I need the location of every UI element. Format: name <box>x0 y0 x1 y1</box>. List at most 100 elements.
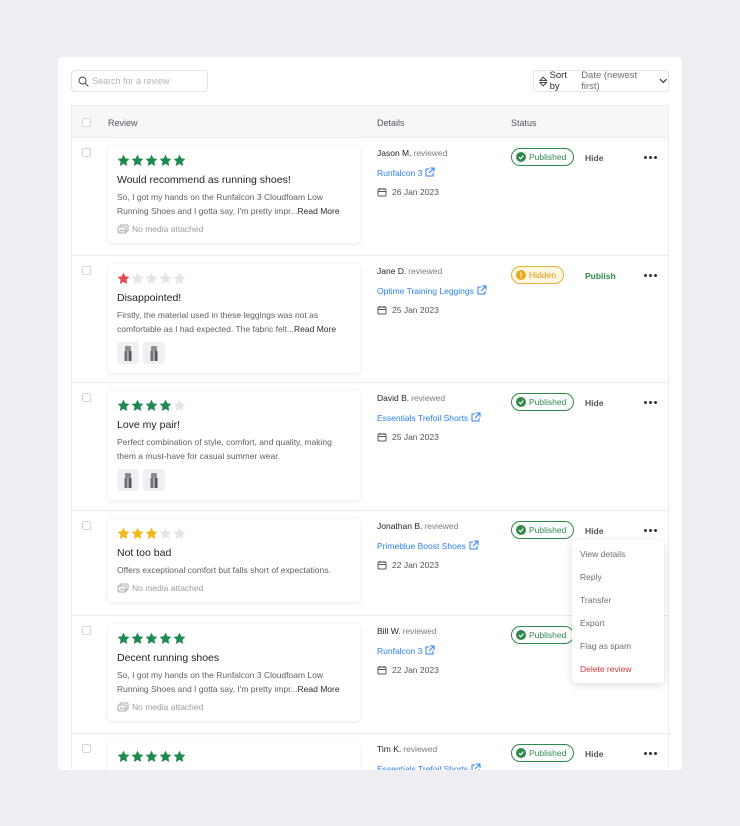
legging-photo-1[interactable] <box>117 342 139 364</box>
product-link[interactable]: Primeblue Boost Shoes <box>377 540 479 551</box>
search-box[interactable] <box>71 70 208 92</box>
review-date: 22 Jan 2023 <box>377 560 479 570</box>
external-link-icon <box>477 285 487 295</box>
row-checkbox[interactable] <box>82 521 91 530</box>
star-icon <box>145 154 158 166</box>
review-card: Not too bad Offers exceptional comfort bu… <box>108 519 360 602</box>
more-options-icon[interactable] <box>644 271 660 279</box>
status-badge: Hidden <box>511 266 564 284</box>
legging-photo-2[interactable] <box>143 342 165 364</box>
reviewed-label: reviewed <box>408 266 443 276</box>
product-photo-icon <box>124 345 132 361</box>
hide-button[interactable]: Hide <box>585 398 603 408</box>
star-icon <box>173 272 186 284</box>
product-photo-icon <box>150 472 158 488</box>
star-rating <box>117 750 351 765</box>
review-details: Jason M. reviewed Runfalcon 3 26 Jan 2023 <box>377 148 448 197</box>
more-options-icon[interactable] <box>644 749 660 757</box>
star-icon <box>159 632 172 644</box>
more-options-icon[interactable] <box>644 153 660 161</box>
publish-button[interactable]: Publish <box>585 271 616 281</box>
row-checkbox[interactable] <box>82 266 91 275</box>
header-details: Details <box>377 118 405 128</box>
row-checkbox[interactable] <box>82 393 91 402</box>
product-name: Optime Training Leggings <box>377 285 474 296</box>
hide-button[interactable]: Hide <box>585 526 603 536</box>
reviewer-line: Jonathan B. reviewed <box>377 521 479 531</box>
more-options-icon[interactable] <box>644 398 660 406</box>
row-checkbox[interactable] <box>82 148 91 157</box>
product-link[interactable]: Runfalcon 3 <box>377 645 439 656</box>
search-input[interactable] <box>92 76 202 86</box>
row-checkbox[interactable] <box>82 744 91 753</box>
check-icon <box>516 525 526 535</box>
review-title: Decent running shoes <box>117 652 220 664</box>
reviewer-name: Jane D. <box>377 266 407 276</box>
hide-button[interactable]: Hide <box>585 749 603 759</box>
external-link-icon <box>425 167 435 177</box>
star-icon <box>117 272 130 284</box>
reviewed-label: reviewed <box>403 744 438 754</box>
reviewed-label: reviewed <box>402 626 437 636</box>
menu-item-export[interactable]: Export <box>572 615 664 638</box>
star-icon <box>145 632 158 644</box>
check-mark <box>518 751 524 756</box>
menu-item-view-details[interactable]: View details <box>572 546 664 569</box>
product-name: Essentials Trefoil Shorts <box>377 412 469 423</box>
select-all-checkbox[interactable] <box>82 118 91 127</box>
chevron-down-icon <box>660 78 668 84</box>
date-text: 25 Jan 2023 <box>392 305 439 315</box>
star-icon <box>159 154 172 166</box>
table-header: Review Details Status <box>72 106 668 138</box>
media-icon <box>117 583 129 593</box>
media-icon <box>117 224 129 234</box>
read-more-link[interactable]: Read More <box>298 206 340 216</box>
star-rating <box>117 272 351 287</box>
star-icon <box>117 399 130 411</box>
product-link[interactable]: Essentials Trefoil Shorts <box>377 763 481 770</box>
sort-value: Date (newest first) <box>581 70 638 92</box>
table-row: Would recommend as running shoes! So, I g… <box>72 138 670 256</box>
media-status: No media attached <box>117 224 351 234</box>
row-checkbox[interactable] <box>82 626 91 635</box>
review-date: 25 Jan 2023 <box>377 432 481 442</box>
calendar-icon <box>377 433 387 442</box>
review-title: Disappointed! <box>117 292 182 304</box>
review-images <box>117 469 351 491</box>
menu-item-transfer[interactable]: Transfer <box>572 592 664 615</box>
sort-dropdown[interactable]: Sort by Date (newest first) <box>533 70 669 92</box>
review-images <box>117 342 351 364</box>
check-icon <box>516 397 526 407</box>
review-body: So, I got my hands on the Runfalcon 3 Cl… <box>117 670 340 694</box>
more-options-icon[interactable] <box>644 526 660 534</box>
reviewer-name: David B. <box>377 393 410 403</box>
review-date: 25 Jan 2023 <box>377 305 487 315</box>
star-icon <box>145 272 158 284</box>
product-link[interactable]: Essentials Trefoil Shorts <box>377 412 481 423</box>
check-icon <box>516 630 526 640</box>
star-icon <box>117 632 130 644</box>
menu-item-delete-review[interactable]: Delete review <box>572 661 664 684</box>
shorts-photo-1[interactable] <box>117 469 139 491</box>
product-name: Primeblue Boost Shoes <box>377 540 466 551</box>
hide-button[interactable]: Hide <box>585 153 603 163</box>
product-link[interactable]: Optime Training Leggings <box>377 285 487 296</box>
review-details: Bill W. reviewed Runfalcon 3 22 Jan 2023 <box>377 626 439 675</box>
review-body: So, I got my hands on the Runfalcon 3 Cl… <box>117 192 340 216</box>
reviewer-name: Bill W. <box>377 626 401 636</box>
star-icon <box>173 750 186 762</box>
review-details: David B. reviewed Essentials Trefoil Short… <box>377 393 481 442</box>
product-link[interactable]: Runfalcon 3 <box>377 167 448 178</box>
star-icon <box>145 750 158 762</box>
review-card: Disappointed! Firstly, the material used … <box>108 264 360 373</box>
read-more-link[interactable]: Read More <box>298 684 340 694</box>
review-details: Tim K. reviewed Essentials Trefoil Shorts <box>377 744 481 770</box>
read-more-link[interactable]: Read More <box>294 324 336 334</box>
header-review: Review <box>108 118 138 128</box>
status-text: Published <box>529 525 567 535</box>
menu-item-flag-as-spam[interactable]: Flag as spam <box>572 638 664 661</box>
reviewed-label: reviewed <box>413 148 448 158</box>
shorts-photo-2[interactable] <box>143 469 165 491</box>
reviewer-name: Jonathan B. <box>377 521 423 531</box>
menu-item-reply[interactable]: Reply <box>572 569 664 592</box>
